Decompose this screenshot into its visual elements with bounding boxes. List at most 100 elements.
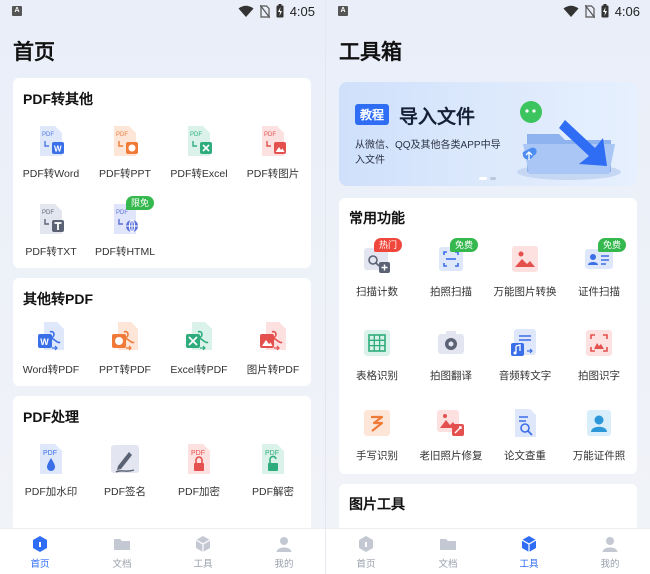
battery-charging-icon bbox=[276, 4, 284, 18]
toolbox-icon bbox=[521, 536, 537, 552]
ppt-to-pdf-button[interactable]: PPT转PDF bbox=[87, 320, 163, 377]
svg-text:W: W bbox=[40, 337, 49, 347]
pdf-decrypt-label: PDF解密 bbox=[252, 486, 294, 498]
image-to-pdf-button[interactable]: 图片转PDF bbox=[235, 320, 311, 377]
audio-to-text-button[interactable]: 音频转文字 bbox=[487, 326, 563, 383]
pdf-watermark-button[interactable]: PDF PDF加水印 bbox=[13, 442, 89, 499]
banner-pagination bbox=[479, 177, 496, 180]
image-to-pdf-icon bbox=[256, 320, 290, 354]
image-convert-icon bbox=[508, 242, 542, 276]
tab-home[interactable]: 首页 bbox=[336, 535, 396, 570]
pdf-to-html-button[interactable]: PDF 限免 PDF转HTML bbox=[87, 196, 163, 259]
svg-text:W: W bbox=[54, 145, 62, 154]
scan-count-icon: 热门 bbox=[360, 238, 403, 276]
section-title: 常用功能 bbox=[349, 210, 405, 226]
table-recognize-button[interactable]: 表格识别 bbox=[339, 326, 415, 383]
section-title: 其他转PDF bbox=[23, 291, 93, 307]
pdf-process-card: PDF处理 PDF PDF加水印 PDF签名 PDF PDF加密 PDF PDF… bbox=[13, 396, 311, 536]
other-to-pdf-card: 其他转PDF W Word转PDF PPT转PDF Excel转PDF 图片转P… bbox=[13, 278, 311, 386]
handwriting-button[interactable]: 手写识别 bbox=[339, 406, 415, 463]
battery-charging-icon bbox=[601, 4, 609, 18]
pdf-signature-button[interactable]: PDF签名 bbox=[87, 442, 163, 499]
svg-text:PDF: PDF bbox=[190, 132, 202, 138]
photo-translate-button[interactable]: 拍图翻译 bbox=[413, 326, 489, 383]
pdf-to-txt-icon: PDF bbox=[34, 202, 68, 236]
word-to-pdf-button[interactable]: W Word转PDF bbox=[13, 320, 89, 377]
pdf-to-excel-button[interactable]: PDF PDF转Excel bbox=[161, 124, 237, 181]
tab-label: 文档 bbox=[112, 559, 132, 570]
pdf-to-html-icon: PDF 限免 bbox=[108, 196, 155, 236]
pdf-decrypt-button[interactable]: PDF PDF解密 bbox=[235, 442, 311, 499]
tutorial-tag: 教程 bbox=[355, 104, 390, 125]
photo-ocr-button[interactable]: 拍图识字 bbox=[561, 326, 637, 383]
clock: 4:06 bbox=[614, 3, 640, 19]
tab-label: 文档 bbox=[438, 559, 458, 570]
word-to-pdf-icon: W bbox=[34, 320, 68, 354]
tab-profile[interactable]: 我的 bbox=[254, 535, 314, 570]
tab-label: 工具 bbox=[193, 559, 213, 570]
free-badge: 免费 bbox=[450, 238, 479, 252]
import-file-banner[interactable]: 教程 导入文件 从微信、QQ及其他各类APP中导入文件 bbox=[339, 82, 637, 186]
pdf-to-txt-button[interactable]: PDF PDF转TXT bbox=[13, 202, 89, 259]
wifi-icon bbox=[563, 5, 579, 17]
wifi-icon bbox=[238, 5, 254, 17]
tab-label: 首页 bbox=[30, 559, 50, 570]
bottom-tab-bar: 首页 文档 工具 我的 bbox=[0, 528, 325, 574]
table-recognize-label: 表格识别 bbox=[356, 370, 398, 382]
pdf-to-other-card: PDF转其他 PDF W PDF转Word PDF PDF转PPT PDF PDF… bbox=[13, 78, 311, 268]
import-folder-illustration bbox=[517, 101, 621, 180]
image-to-pdf-label: 图片转PDF bbox=[246, 364, 300, 376]
id-scan-button[interactable]: 免费 证件扫描 bbox=[561, 238, 637, 299]
pdf-to-txt-label: PDF转TXT bbox=[25, 246, 77, 258]
pdf-encrypt-button[interactable]: PDF PDF加密 bbox=[161, 442, 237, 499]
photo-scan-button[interactable]: 免费 拍照扫描 bbox=[413, 238, 489, 299]
status-bar: A 4:06 bbox=[326, 0, 650, 24]
image-convert-button[interactable]: 万能图片转换 bbox=[487, 242, 563, 299]
limited-free-badge: 限免 bbox=[126, 196, 155, 210]
pdf-to-ppt-button[interactable]: PDF PDF转PPT bbox=[87, 124, 163, 181]
photo-restore-button[interactable]: 老旧照片修复 bbox=[413, 406, 489, 463]
paper-check-button[interactable]: 论文查重 bbox=[487, 406, 563, 463]
signature-icon bbox=[108, 442, 142, 476]
pdf-to-word-label: PDF转Word bbox=[22, 168, 80, 180]
pdf-to-word-button[interactable]: PDF W PDF转Word bbox=[13, 124, 89, 181]
scan-count-button[interactable]: 热门 扫描计数 bbox=[339, 238, 415, 299]
home-tab-icon bbox=[33, 536, 47, 552]
tab-tools[interactable]: 工具 bbox=[499, 535, 559, 570]
pdf-to-image-label: PDF转图片 bbox=[246, 168, 300, 180]
pdf-to-word-icon: PDF W bbox=[34, 124, 68, 158]
scan-count-label: 扫描计数 bbox=[356, 286, 398, 298]
tab-profile[interactable]: 我的 bbox=[580, 535, 640, 570]
tab-tools[interactable]: 工具 bbox=[173, 535, 233, 570]
app-notification-icon: A bbox=[12, 6, 22, 16]
tab-label: 首页 bbox=[356, 559, 376, 570]
tab-documents[interactable]: 文档 bbox=[92, 535, 152, 570]
photo-ocr-label: 拍图识字 bbox=[578, 370, 620, 382]
clock: 4:05 bbox=[289, 3, 315, 19]
svg-text:PDF: PDF bbox=[43, 450, 57, 457]
photo-translate-label: 拍图翻译 bbox=[430, 370, 472, 382]
pdf-to-image-button[interactable]: PDF PDF转图片 bbox=[235, 124, 311, 181]
id-photo-button[interactable]: 万能证件照 bbox=[561, 406, 637, 463]
audio-to-text-label: 音频转文字 bbox=[498, 370, 552, 382]
tab-label: 我的 bbox=[274, 559, 294, 570]
home-screen: A 4:05 首页 PDF转其他 PDF W PDF转Word PDF PDF转P… bbox=[0, 0, 325, 574]
handwriting-label: 手写识别 bbox=[356, 450, 398, 462]
paper-check-icon bbox=[508, 406, 542, 440]
tab-documents[interactable]: 文档 bbox=[418, 535, 478, 570]
pdf-watermark-label: PDF加水印 bbox=[24, 486, 78, 498]
free-badge: 免费 bbox=[598, 238, 627, 252]
no-sim-icon bbox=[259, 4, 270, 18]
svg-text:PDF: PDF bbox=[264, 132, 276, 138]
home-tab-icon bbox=[359, 536, 373, 552]
pdf-to-excel-label: PDF转Excel bbox=[170, 168, 228, 180]
encrypt-icon: PDF bbox=[182, 442, 216, 476]
pdf-signature-label: PDF签名 bbox=[104, 486, 146, 498]
section-title: PDF处理 bbox=[23, 409, 79, 425]
excel-to-pdf-button[interactable]: Excel转PDF bbox=[161, 320, 237, 377]
svg-text:PDF: PDF bbox=[191, 450, 205, 457]
word-to-pdf-label: Word转PDF bbox=[22, 364, 80, 376]
no-sim-icon bbox=[584, 4, 595, 18]
svg-text:PDF: PDF bbox=[42, 132, 54, 138]
tab-home[interactable]: 首页 bbox=[10, 535, 70, 570]
